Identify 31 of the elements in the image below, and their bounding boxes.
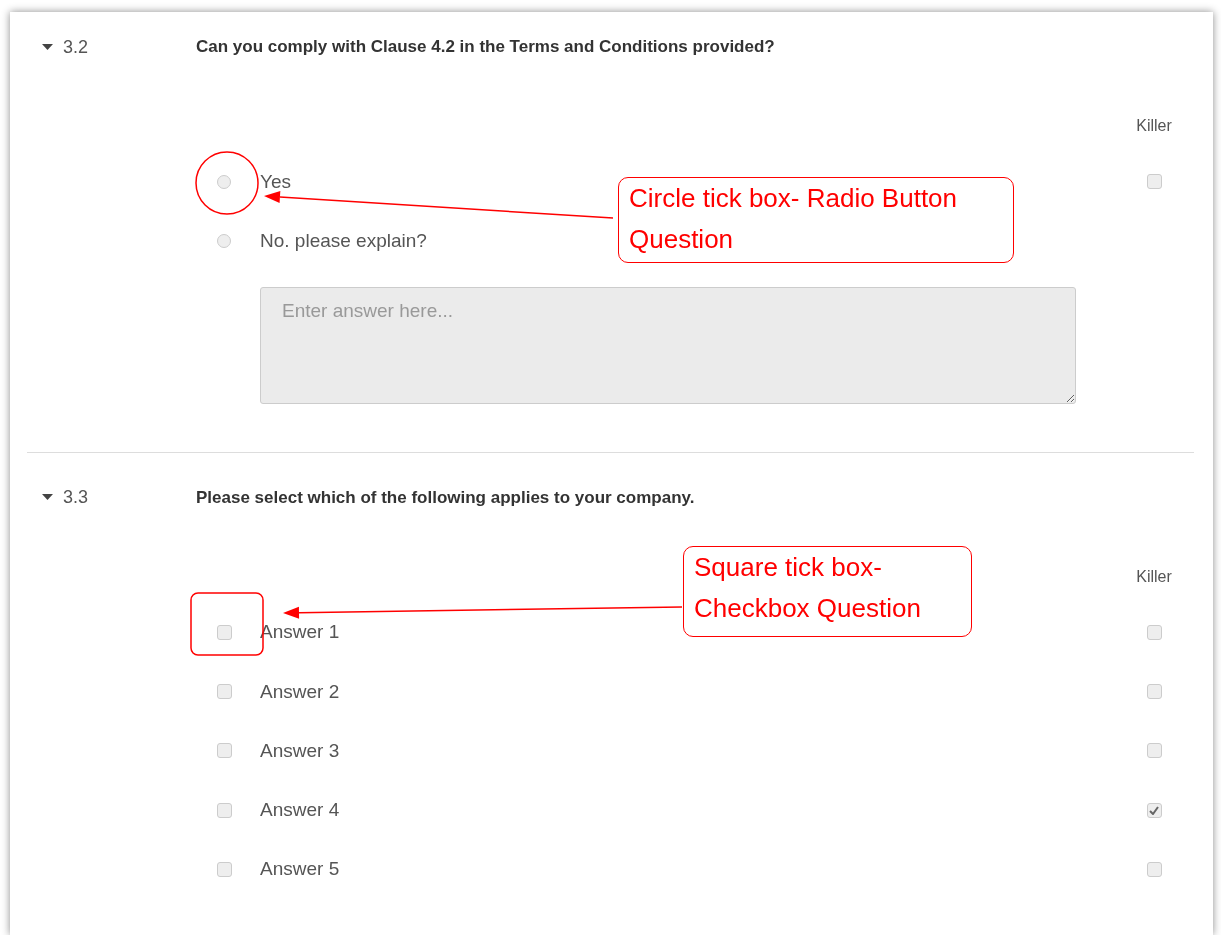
highlight-circle	[195, 151, 259, 215]
callout-note: Square tick box-Checkbox Question	[683, 546, 972, 637]
checkbox[interactable]	[217, 861, 232, 877]
killer-checkbox[interactable]	[1146, 743, 1162, 759]
option-label: Answer 3	[260, 739, 340, 762]
killer-checkbox[interactable]	[1146, 684, 1162, 700]
question-number: 3.3	[63, 487, 90, 509]
option-label: Answer 5	[260, 858, 340, 881]
killer-checkbox[interactable]	[1146, 174, 1162, 190]
question-text: Please select which of the following applies to your company.	[196, 487, 695, 508]
radio-button[interactable]	[217, 233, 231, 248]
column-header: Killer	[1136, 567, 1172, 586]
killer-checkbox[interactable]	[1146, 861, 1162, 877]
option-label: No. please explain?	[260, 229, 427, 252]
option-label: Answer 2	[260, 680, 340, 703]
checkbox[interactable]	[217, 624, 232, 640]
checkbox[interactable]	[217, 743, 232, 759]
killer-checkbox[interactable]	[1146, 802, 1162, 818]
callout-note: Circle tick box- Radio Button Question	[618, 177, 1014, 263]
caret-down-icon[interactable]	[41, 494, 53, 502]
question-number: 3.2	[63, 36, 90, 58]
option-label: Answer 4	[260, 799, 340, 822]
killer-checkbox[interactable]	[1146, 624, 1162, 640]
column-header: Killer	[1136, 117, 1172, 135]
checkbox[interactable]	[217, 684, 232, 700]
radio-button[interactable]	[217, 174, 231, 189]
option-label: Yes	[260, 170, 291, 193]
question-text: Can you comply with Clause 4.2 in the Terms and Conditions provided?	[196, 37, 775, 57]
checkbox[interactable]	[217, 802, 232, 818]
answer-box[interactable]: Enter answer here...	[260, 286, 1076, 404]
caret-down-icon[interactable]	[41, 43, 53, 51]
